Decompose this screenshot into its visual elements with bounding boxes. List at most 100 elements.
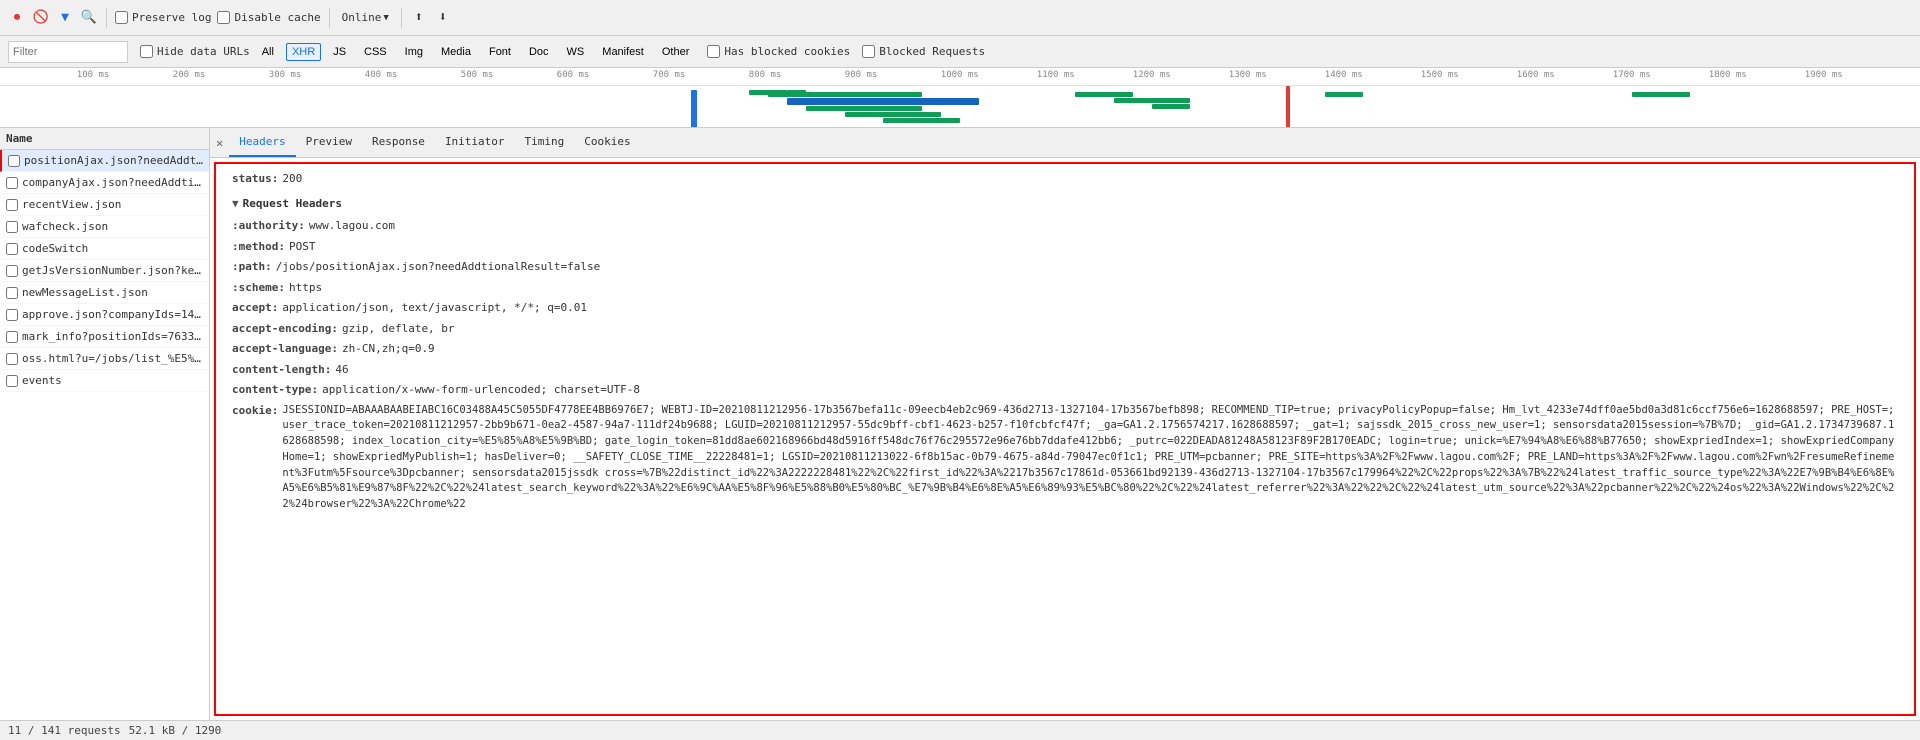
download-icon[interactable]: ⬇ <box>434 9 452 27</box>
filter-font-button[interactable]: Font <box>483 43 517 61</box>
hide-data-urls-checkbox[interactable] <box>140 45 153 58</box>
request-item[interactable]: mark_info?positionIds=76336... <box>0 326 209 348</box>
separator-3 <box>401 8 402 28</box>
request-item-checkbox[interactable] <box>6 375 18 387</box>
timeline-container: 100 ms 200 ms 300 ms 400 ms 500 ms 600 m… <box>0 68 1920 128</box>
status-line: status: 200 <box>232 172 1898 185</box>
toolbar: ⏺ 🚫 ▼ 🔍 Preserve log Disable cache Onlin… <box>0 0 1920 36</box>
tbar-7 <box>1075 92 1133 97</box>
filter-img-button[interactable]: Img <box>399 43 429 61</box>
header-name: accept-language: <box>232 341 338 358</box>
filter-js-button[interactable]: JS <box>327 43 352 61</box>
request-headers-section[interactable]: ▼ Request Headers <box>232 197 1898 210</box>
blocked-requests-checkbox[interactable] <box>862 45 875 58</box>
disable-cache-checkbox[interactable] <box>217 11 230 24</box>
blocked-requests-label[interactable]: Blocked Requests <box>862 45 985 58</box>
header-value: JSESSIONID=ABAAABAABEIABC16C03488A45C505… <box>282 403 1898 513</box>
clear-icon[interactable]: 🚫 <box>32 9 50 27</box>
request-item[interactable]: recentView.json <box>0 194 209 216</box>
filter-icon[interactable]: ▼ <box>56 9 74 27</box>
request-headers-title: Request Headers <box>243 197 342 210</box>
request-item[interactable]: oss.html?u=/jobs/list_%E5%A... <box>0 348 209 370</box>
tab-cookies[interactable]: Cookies <box>574 128 640 157</box>
upload-icon[interactable]: ⬆ <box>410 9 428 27</box>
request-item[interactable]: getJsVersionNumber.json?key... <box>0 260 209 282</box>
request-item-name: wafcheck.json <box>22 220 108 233</box>
tbar-9 <box>1152 104 1190 109</box>
tab-timing[interactable]: Timing <box>515 128 575 157</box>
filter-ws-button[interactable]: WS <box>561 43 591 61</box>
request-item-name: oss.html?u=/jobs/list_%E5%A... <box>22 352 203 365</box>
disable-cache-label[interactable]: Disable cache <box>217 11 320 24</box>
tick-1400ms: 1400 ms <box>1325 70 1363 80</box>
request-item[interactable]: companyAjax.json?needAddti... <box>0 172 209 194</box>
header-name: :method: <box>232 239 285 256</box>
filter-doc-button[interactable]: Doc <box>523 43 555 61</box>
header-row: :method:POST <box>232 239 1898 256</box>
tbar-vertical <box>691 90 697 128</box>
request-item[interactable]: newMessageList.json <box>0 282 209 304</box>
tick-1700ms: 1700 ms <box>1613 70 1651 80</box>
header-value: application/x-www-form-urlencoded; chars… <box>322 382 640 399</box>
request-item-checkbox[interactable] <box>6 177 18 189</box>
hide-data-urls-label[interactable]: Hide data URLs <box>140 45 250 58</box>
header-row: content-length:46 <box>232 362 1898 379</box>
header-row: accept-encoding:gzip, deflate, br <box>232 321 1898 338</box>
online-select[interactable]: Online ▼ <box>338 9 393 26</box>
tick-200ms: 200 ms <box>173 70 206 80</box>
request-item-name: companyAjax.json?needAddti... <box>22 176 203 189</box>
tab-preview[interactable]: Preview <box>296 128 362 157</box>
tick-900ms: 900 ms <box>845 70 878 80</box>
request-item-checkbox[interactable] <box>6 309 18 321</box>
close-tab-icon[interactable]: ✕ <box>216 136 223 150</box>
request-list: positionAjax.json?needAddtio... companyAj… <box>0 150 209 392</box>
request-item-checkbox[interactable] <box>6 199 18 211</box>
tick-1600ms: 1600 ms <box>1517 70 1555 80</box>
filter-input[interactable] <box>8 41 128 63</box>
filter-all-button[interactable]: All <box>256 43 280 61</box>
header-value: zh-CN,zh;q=0.9 <box>342 341 435 358</box>
request-item-checkbox[interactable] <box>6 221 18 233</box>
header-row: cookie:JSESSIONID=ABAAABAABEIABC16C03488… <box>232 403 1898 513</box>
name-column-header: Name <box>0 128 209 150</box>
request-item-checkbox[interactable] <box>6 331 18 343</box>
has-blocked-cookies-checkbox[interactable] <box>707 45 720 58</box>
request-item[interactable]: codeSwitch <box>0 238 209 260</box>
tab-response[interactable]: Response <box>362 128 435 157</box>
filter-manifest-button[interactable]: Manifest <box>596 43 650 61</box>
filter-other-button[interactable]: Other <box>656 43 696 61</box>
header-value: POST <box>289 239 316 256</box>
tab-headers[interactable]: Headers <box>229 128 295 157</box>
request-item-checkbox[interactable] <box>6 243 18 255</box>
has-blocked-cookies-label[interactable]: Has blocked cookies <box>707 45 850 58</box>
header-name: accept: <box>232 300 278 317</box>
tick-1200ms: 1200 ms <box>1133 70 1171 80</box>
request-item-checkbox[interactable] <box>6 353 18 365</box>
search-icon[interactable]: 🔍 <box>80 9 98 27</box>
tbar-8 <box>1114 98 1191 103</box>
chevron-down-icon: ▼ <box>383 13 388 23</box>
filter-css-button[interactable]: CSS <box>358 43 393 61</box>
request-item[interactable]: events <box>0 370 209 392</box>
header-row: content-type:application/x-www-form-urle… <box>232 382 1898 399</box>
preserve-log-label[interactable]: Preserve log <box>115 11 211 24</box>
preserve-log-checkbox[interactable] <box>115 11 128 24</box>
request-item-checkbox[interactable] <box>8 155 20 167</box>
main-split: Name positionAjax.json?needAddtio... comp… <box>0 128 1920 720</box>
request-item[interactable]: positionAjax.json?needAddtio... <box>0 150 209 172</box>
tab-initiator[interactable]: Initiator <box>435 128 515 157</box>
tbar-10 <box>1325 92 1363 97</box>
request-item[interactable]: approve.json?companyIds=14... <box>0 304 209 326</box>
header-row: :authority:www.lagou.com <box>232 218 1898 235</box>
request-item-checkbox[interactable] <box>6 265 18 277</box>
status-bar: 11 / 141 requests 52.1 kB / 1290 <box>0 720 1920 740</box>
record-icon[interactable]: ⏺ <box>8 9 26 27</box>
request-item[interactable]: wafcheck.json <box>0 216 209 238</box>
filter-media-button[interactable]: Media <box>435 43 477 61</box>
request-item-name: newMessageList.json <box>22 286 148 299</box>
header-name: content-type: <box>232 382 318 399</box>
filter-xhr-button[interactable]: XHR <box>286 43 321 61</box>
left-panel: Name positionAjax.json?needAddtio... comp… <box>0 128 210 720</box>
request-item-checkbox[interactable] <box>6 287 18 299</box>
online-text: Online <box>342 11 382 24</box>
